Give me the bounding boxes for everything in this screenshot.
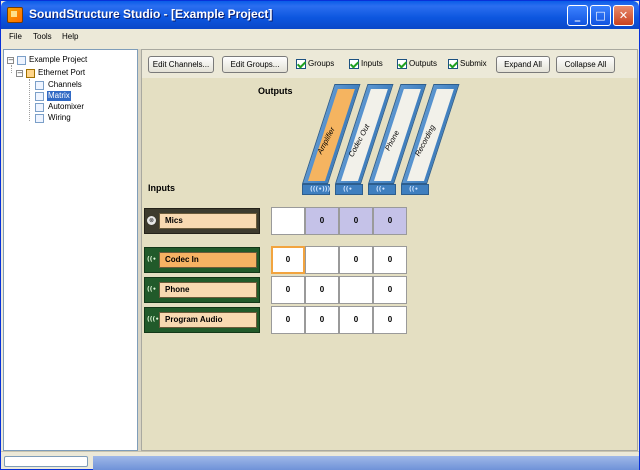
groups-checkbox-label: Groups — [308, 59, 335, 68]
outputs-heading: Outputs — [258, 86, 293, 96]
device-icon — [26, 69, 35, 78]
input-row-program-audio[interactable]: (((• Program Audio — [144, 307, 260, 333]
signal-icon: ((• — [147, 286, 157, 293]
input-row-mics[interactable]: ⊗ Mics — [144, 208, 260, 234]
checkbox-checked-icon — [397, 59, 407, 69]
tree-item-matrix[interactable]: Matrix — [47, 91, 71, 101]
matrix-icon — [35, 92, 44, 101]
input-label: Mics — [159, 213, 257, 229]
output-header-recording[interactable]: Recording ((• — [401, 84, 460, 199]
speaker-icon: (((•))) — [310, 186, 331, 193]
signal-icon: ((• — [343, 186, 353, 193]
matrix-cell[interactable] — [305, 246, 339, 274]
matrix-cell[interactable] — [271, 207, 305, 235]
matrix-cell[interactable]: 0 — [305, 207, 339, 235]
submix-checkbox[interactable]: Submix — [448, 59, 487, 70]
collapse-icon[interactable]: − — [7, 57, 14, 64]
outputs-checkbox-label: Outputs — [409, 59, 438, 68]
checkbox-checked-icon — [296, 59, 306, 69]
minimize-button[interactable]: _ — [567, 5, 588, 26]
window-title: SoundStructure Studio - [Example Project… — [29, 7, 273, 21]
matrix-cell[interactable]: 0 — [305, 306, 339, 334]
tree-item-wiring[interactable]: Wiring — [48, 113, 71, 123]
edit-channels-button[interactable]: Edit Channels... — [148, 56, 214, 73]
matrix-cell[interactable]: 0 — [339, 207, 373, 235]
tree-item-device[interactable]: Ethernet Port — [38, 68, 85, 78]
output-header-amplifier[interactable]: Amplifier (((•))) — [302, 84, 361, 199]
matrix-pane: Edit Channels... Edit Groups... Groups I… — [141, 49, 638, 451]
tree-item-channels[interactable]: Channels — [48, 80, 82, 90]
menu-bar: File Tools Help — [1, 29, 639, 47]
inputs-heading: Inputs — [148, 183, 175, 193]
matrix-cell[interactable]: 0 — [271, 276, 305, 304]
checkbox-checked-icon — [448, 59, 458, 69]
tree-item-automixer[interactable]: Automixer — [48, 102, 84, 112]
checkbox-checked-icon — [349, 59, 359, 69]
mic-group-icon: ⊗ — [147, 216, 156, 225]
collapse-all-button[interactable]: Collapse All — [556, 56, 615, 73]
matrix-cell[interactable]: 0 — [271, 246, 305, 274]
input-row-phone[interactable]: ((• Phone — [144, 277, 260, 303]
status-panel — [93, 456, 639, 470]
signal-icon: ((• — [409, 186, 419, 193]
outputs-checkbox[interactable]: Outputs — [397, 59, 437, 70]
matrix-cell[interactable]: 0 — [373, 306, 407, 334]
groups-checkbox[interactable]: Groups — [296, 59, 334, 70]
app-window: SoundStructure Studio - [Example Project… — [0, 0, 640, 470]
tree-item-project[interactable]: Example Project — [29, 55, 87, 65]
matrix-cell[interactable]: 0 — [339, 246, 373, 274]
title-bar[interactable]: SoundStructure Studio - [Example Project… — [1, 1, 639, 29]
input-label: Codec In — [159, 252, 257, 268]
matrix-cell[interactable] — [339, 276, 373, 304]
edit-groups-button[interactable]: Edit Groups... — [222, 56, 288, 73]
collapse-icon[interactable]: − — [16, 70, 23, 77]
matrix-cell[interactable]: 0 — [373, 207, 407, 235]
close-button[interactable]: ✕ — [613, 5, 634, 26]
menu-file[interactable]: File — [9, 32, 22, 41]
automixer-icon — [35, 103, 44, 112]
wiring-icon — [35, 114, 44, 123]
expand-all-button[interactable]: Expand All — [496, 56, 550, 73]
submix-checkbox-label: Submix — [460, 59, 487, 68]
channels-icon — [35, 81, 44, 90]
project-tree: − Example Project − Ethernet Port Channe… — [3, 49, 138, 451]
matrix-cell[interactable]: 0 — [271, 306, 305, 334]
project-icon — [17, 56, 26, 65]
signal-icon: ((• — [147, 256, 157, 263]
app-icon — [7, 7, 23, 23]
output-header-phone[interactable]: Phone ((• — [368, 84, 427, 199]
matrix-cell[interactable]: 0 — [373, 246, 407, 274]
menu-help[interactable]: Help — [62, 32, 78, 41]
menu-tools[interactable]: Tools — [33, 32, 52, 41]
input-label: Phone — [159, 282, 257, 298]
maximize-button[interactable]: □ — [590, 5, 611, 26]
matrix-cell[interactable]: 0 — [305, 276, 339, 304]
input-label: Program Audio — [159, 312, 257, 328]
progress-bar — [4, 456, 88, 467]
stereo-signal-icon: (((• — [147, 316, 160, 323]
matrix-toolbar: Edit Channels... Edit Groups... Groups I… — [142, 50, 637, 78]
matrix-cell[interactable]: 0 — [339, 306, 373, 334]
input-row-codec-in[interactable]: ((• Codec In — [144, 247, 260, 273]
matrix-cell[interactable]: 0 — [373, 276, 407, 304]
signal-icon: ((• — [376, 186, 386, 193]
inputs-checkbox-label: Inputs — [361, 59, 383, 68]
output-header-codec-out[interactable]: Codec Out ((• — [335, 84, 394, 199]
inputs-checkbox[interactable]: Inputs — [349, 59, 383, 70]
